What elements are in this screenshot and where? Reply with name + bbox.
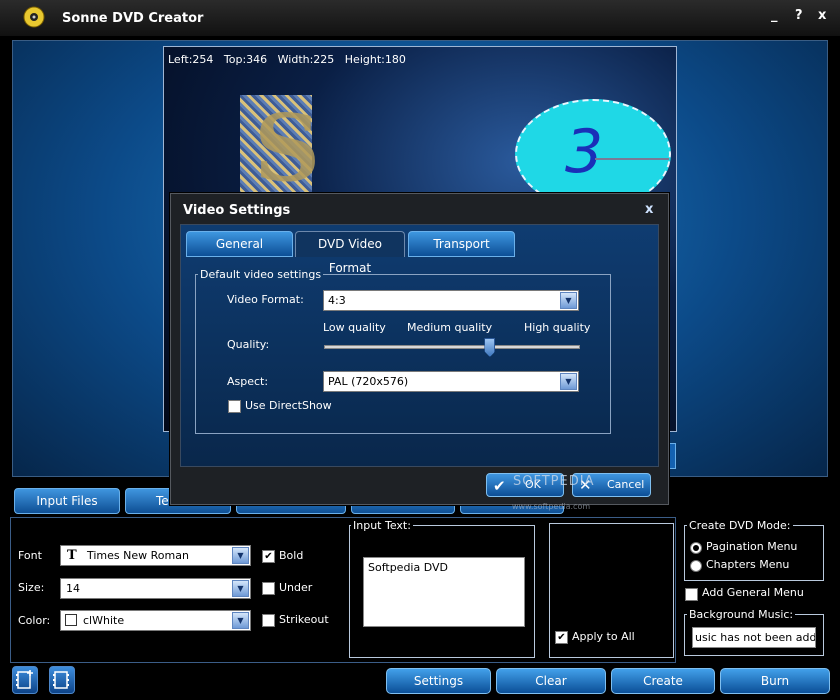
dialog-title: Video Settings [183, 203, 291, 218]
use-directshow-checkbox[interactable] [228, 400, 241, 413]
background-music-field[interactable]: usic has not been added [692, 627, 816, 648]
background-music-title: Background Music: [687, 608, 796, 621]
dvd-mode-title: Create DVD Mode: [687, 519, 793, 532]
input-text-label: Input Text: [351, 519, 413, 532]
bold-label: Bold [279, 549, 304, 562]
tab-transport[interactable]: Transport [408, 231, 515, 257]
burn-button[interactable]: Burn [720, 668, 830, 694]
chapters-menu-radio[interactable] [690, 560, 702, 572]
size-label: Size: [18, 581, 45, 594]
app-title: Sonne DVD Creator [62, 11, 204, 26]
underline-checkbox[interactable] [262, 582, 275, 595]
cancel-label: Cancel [607, 478, 645, 491]
input-text-field[interactable]: Softpedia DVD [363, 557, 525, 627]
strikeout-checkbox[interactable] [262, 614, 275, 627]
font-icon: T [67, 548, 77, 563]
chapters-menu-label: Chapters Menu [706, 558, 790, 571]
high-quality-label: High quality [524, 321, 591, 334]
image-letter: S [254, 94, 321, 202]
chevron-down-icon: ▼ [560, 292, 577, 309]
chevron-down-icon: ▼ [232, 580, 249, 597]
chevron-down-icon: ▼ [232, 612, 249, 629]
pagination-menu-label: Pagination Menu [706, 540, 798, 553]
aspect-label: Aspect: [227, 375, 269, 388]
font-label: Font [18, 549, 42, 562]
add-general-menu-label: Add General Menu [702, 586, 804, 599]
dvd-mode-group [684, 525, 824, 581]
color-label: Color: [18, 614, 51, 627]
use-directshow-label: Use DirectShow [245, 399, 332, 412]
color-value: clWhite [83, 614, 125, 627]
close-button[interactable]: x [818, 8, 826, 23]
dvd-disc-icon [22, 6, 46, 28]
settings-button[interactable]: Settings [386, 668, 491, 694]
strikeout-label: Strikeout [279, 613, 329, 626]
dialog-close-button[interactable]: x [645, 202, 653, 217]
video-format-value: 4:3 [328, 294, 346, 307]
chevron-down-icon: ▼ [232, 547, 249, 564]
tab-dvd-video-format[interactable]: DVD Video Format [295, 231, 405, 275]
aspect-value: PAL (720x576) [328, 375, 409, 388]
add-video-icon[interactable] [12, 666, 38, 694]
clear-button[interactable]: Clear [496, 668, 606, 694]
color-swatch [65, 614, 77, 626]
medium-quality-label: Medium quality [407, 321, 493, 334]
minimize-button[interactable]: _ [771, 8, 778, 23]
video-format-select[interactable]: 4:3 ▼ [323, 290, 579, 311]
size-value: 14 [66, 582, 80, 595]
low-quality-label: Low quality [323, 321, 386, 334]
font-select[interactable]: T Times New Roman ▼ [60, 545, 251, 566]
remove-video-icon[interactable] [49, 666, 75, 694]
chapter-number: 3 [565, 117, 604, 187]
size-select[interactable]: 14 ▼ [60, 578, 251, 599]
apply-to-all-checkbox[interactable]: ✔ [555, 631, 568, 644]
help-button[interactable]: ? [795, 8, 803, 23]
selection-coordinates: Left:254 Top:346 Width:225 Height:180 [168, 53, 406, 66]
softpedia-watermark-url: www.softpedia.com [512, 502, 591, 511]
underline-label: Under [279, 581, 313, 594]
tab-general[interactable]: General [186, 231, 293, 257]
clock-hand [595, 158, 669, 160]
tab-input-files[interactable]: Input Files [14, 488, 120, 514]
apply-to-all-label: Apply to All [572, 630, 635, 643]
bold-checkbox[interactable]: ✔ [262, 550, 275, 563]
color-select[interactable]: clWhite ▼ [60, 610, 251, 631]
create-button[interactable]: Create [611, 668, 715, 694]
quality-slider-track[interactable] [324, 345, 580, 349]
chevron-down-icon: ▼ [560, 373, 577, 390]
softpedia-watermark: SOFTPEDIA [513, 474, 595, 489]
aspect-select[interactable]: PAL (720x576) ▼ [323, 371, 579, 392]
font-value: Times New Roman [87, 549, 189, 562]
add-general-menu-checkbox[interactable] [685, 588, 698, 601]
checkmark-icon: ✔ [493, 477, 506, 495]
pagination-menu-radio[interactable] [690, 542, 702, 554]
default-video-settings-label: Default video settings [198, 268, 324, 281]
video-format-label: Video Format: [227, 293, 304, 306]
quality-label: Quality: [227, 338, 270, 351]
